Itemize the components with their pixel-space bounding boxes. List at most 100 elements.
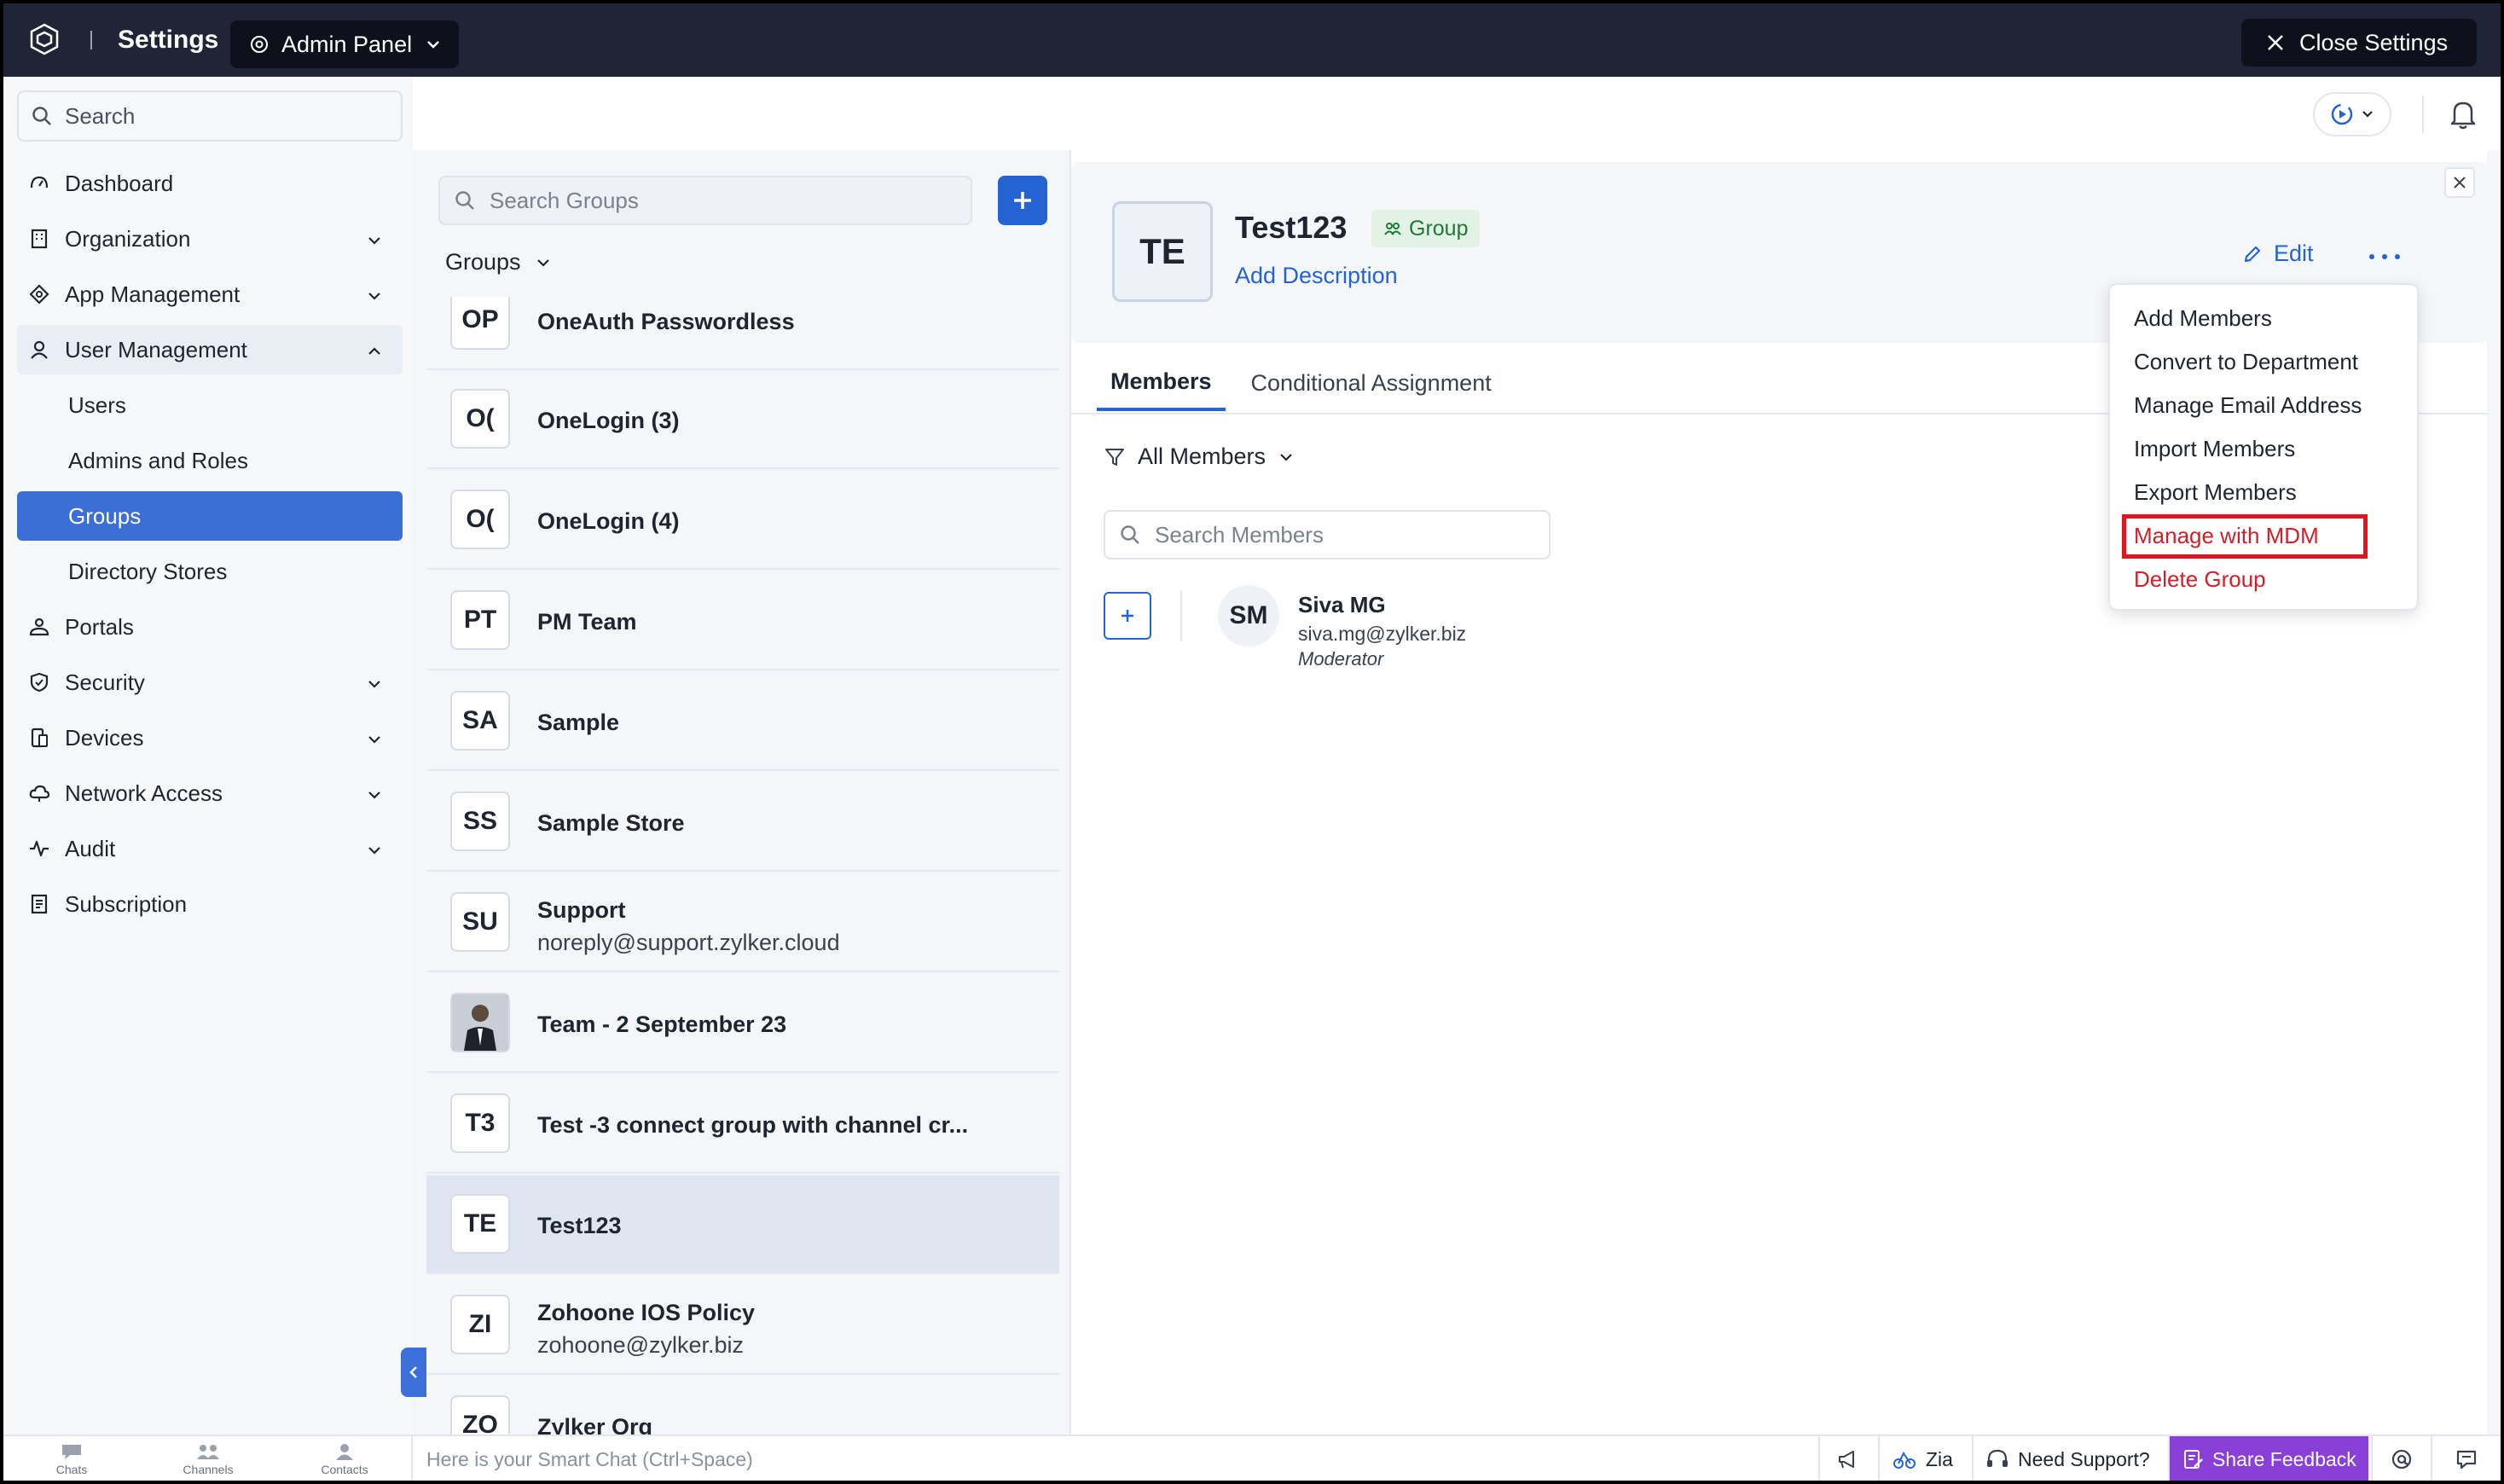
- play-circle-icon: [2331, 103, 2353, 125]
- search-groups-input[interactable]: Search Groups: [438, 176, 972, 225]
- sidebar-item-portals[interactable]: Portals: [17, 602, 403, 652]
- group-name: Test123: [537, 1213, 622, 1238]
- group-row[interactable]: T3 Test -3 connect group with channel cr.…: [426, 1075, 1059, 1174]
- close-settings-label: Close Settings: [2299, 29, 2449, 55]
- cloud-icon: [27, 781, 51, 805]
- sidebar-item-network-access[interactable]: Network Access: [17, 768, 403, 818]
- sidebar-item-label: Users: [68, 391, 126, 418]
- search-groups-placeholder: Search Groups: [490, 187, 639, 213]
- dashboard-icon: [27, 171, 51, 195]
- group-avatar: ZI: [450, 1295, 510, 1354]
- menu-manage-email-address[interactable]: Manage Email Address: [2134, 392, 2362, 419]
- group-name: Zylker Org: [537, 1414, 653, 1435]
- main-header: [413, 77, 2504, 150]
- group-name: Sample: [537, 710, 620, 735]
- menu-export-members[interactable]: Export Members: [2134, 479, 2297, 506]
- bottom-tab-contacts[interactable]: Contacts: [276, 1436, 413, 1482]
- group-row[interactable]: SA Sample: [426, 672, 1059, 771]
- member-role: Moderator: [1298, 648, 1384, 670]
- menu-import-members[interactable]: Import Members: [2134, 436, 2295, 462]
- sidebar-item-app-management[interactable]: App Management: [17, 270, 403, 319]
- menu-manage-with-mdm[interactable]: Manage with MDM: [2122, 514, 2368, 559]
- chevron-down-icon: [365, 728, 384, 747]
- menu-convert-to-department[interactable]: Convert to Department: [2134, 349, 2358, 375]
- mentions-button[interactable]: [2371, 1436, 2431, 1482]
- group-name: OneLogin (4): [537, 508, 680, 534]
- announcements-button[interactable]: [1818, 1436, 1878, 1482]
- tab-members[interactable]: Members: [1097, 355, 1226, 411]
- group-row[interactable]: OP OneAuth Passwordless: [426, 297, 1059, 370]
- group-avatar: O(: [450, 389, 510, 449]
- group-row[interactable]: Team - 2 September 23: [426, 974, 1059, 1073]
- group-email: zohoone@zylker.biz: [537, 1332, 745, 1358]
- zia-button[interactable]: Zia: [1878, 1436, 1965, 1482]
- close-icon: [2268, 35, 2283, 50]
- add-description-link[interactable]: Add Description: [1235, 263, 1398, 289]
- search-members-input[interactable]: Search Members: [1104, 510, 1551, 559]
- groups-filter-dropdown[interactable]: Groups: [445, 249, 552, 275]
- messages-button[interactable]: [2431, 1436, 2501, 1482]
- group-avatar: SS: [450, 791, 510, 851]
- group-name: PM Team: [537, 609, 637, 635]
- pencil-icon: [2244, 246, 2261, 262]
- group-row[interactable]: PT PM Team: [426, 571, 1059, 670]
- sidebar-item-admins-and-roles[interactable]: Admins and Roles: [17, 436, 403, 485]
- sidebar-search-placeholder: Search: [65, 102, 136, 129]
- sidebar-item-label: Network Access: [65, 780, 223, 806]
- group-name: Zohoone IOS Policy: [537, 1300, 756, 1325]
- edit-group-button[interactable]: Edit: [2241, 241, 2314, 267]
- sidebar-item-dashboard[interactable]: Dashboard: [17, 159, 403, 208]
- add-member-button[interactable]: [1104, 592, 1151, 640]
- sidebar-search-input[interactable]: Search: [17, 90, 403, 142]
- close-settings-button[interactable]: Close Settings: [2241, 19, 2477, 67]
- members-filter-label: All Members: [1138, 443, 1266, 469]
- group-row[interactable]: SU Support noreply@support.zylker.cloud: [426, 873, 1059, 972]
- add-group-button[interactable]: [998, 176, 1047, 225]
- sidebar-item-subscription[interactable]: Subscription: [17, 879, 403, 929]
- plus-icon: [1122, 610, 1133, 622]
- tab-conditional-assignment[interactable]: Conditional Assignment: [1238, 355, 1505, 411]
- need-support-button[interactable]: Need Support?: [1972, 1436, 2162, 1482]
- sidebar-item-devices[interactable]: Devices: [17, 713, 403, 762]
- header-separator: [2422, 96, 2424, 133]
- notification-bell-icon[interactable]: [2448, 97, 2478, 131]
- group-row[interactable]: O(OneLogin (4): [426, 471, 1059, 570]
- quick-actions-button[interactable]: [2313, 92, 2391, 136]
- sidebar-item-users[interactable]: Users: [17, 380, 403, 430]
- admin-panel-selector[interactable]: Admin Panel: [230, 20, 459, 68]
- members-filter-dropdown[interactable]: All Members: [1104, 443, 1295, 470]
- sidebar-item-groups[interactable]: Groups: [17, 491, 403, 541]
- more-options-icon[interactable]: [2369, 251, 2400, 263]
- group-row[interactable]: O(OneLogin (3): [426, 370, 1059, 469]
- admin-panel-label: Admin Panel: [281, 31, 413, 57]
- close-icon: [2454, 177, 2466, 188]
- group-row[interactable]: ZI Zohoone IOS Policy zohoone@zylker.biz: [426, 1276, 1059, 1375]
- sidebar-item-label: Directory Stores: [68, 558, 228, 584]
- sidebar-item-security[interactable]: Security: [17, 658, 403, 707]
- member-name[interactable]: Siva MG: [1298, 592, 1386, 618]
- sidebar-item-directory-stores[interactable]: Directory Stores: [17, 547, 403, 596]
- organization-icon: [27, 227, 51, 251]
- group-row[interactable]: SS Sample Store: [426, 773, 1059, 872]
- chevron-left-icon: [409, 1366, 417, 1378]
- sidebar-item-label: Devices: [65, 724, 144, 751]
- group-row[interactable]: ZO Zylker Org: [426, 1377, 1059, 1435]
- sidebar-item-user-management[interactable]: User Management: [17, 325, 403, 374]
- groups-filter-label: Groups: [445, 249, 521, 275]
- group-avatar: ZO: [450, 1395, 510, 1435]
- headset-icon: [1987, 1449, 2008, 1467]
- bottom-tab-chats[interactable]: Chats: [3, 1436, 140, 1482]
- menu-add-members[interactable]: Add Members: [2134, 305, 2272, 332]
- sidebar-item-label: Portals: [65, 613, 134, 640]
- smart-chat-input[interactable]: Here is your Smart Chat (Ctrl+Space): [411, 1436, 1818, 1482]
- share-feedback-button[interactable]: Share Feedback: [2168, 1436, 2368, 1482]
- close-detail-button[interactable]: [2444, 167, 2475, 198]
- sidebar-item-audit[interactable]: Audit: [17, 824, 403, 873]
- bottom-tab-channels[interactable]: Channels: [140, 1436, 276, 1482]
- menu-delete-group[interactable]: Delete Group: [2134, 566, 2266, 593]
- group-row[interactable]: TE Test123: [426, 1175, 1059, 1274]
- sidebar-item-organization[interactable]: Organization: [17, 214, 403, 264]
- group-avatar: T3: [450, 1093, 510, 1153]
- sidebar-item-label: User Management: [65, 336, 247, 362]
- collapse-panel-handle[interactable]: [401, 1348, 426, 1397]
